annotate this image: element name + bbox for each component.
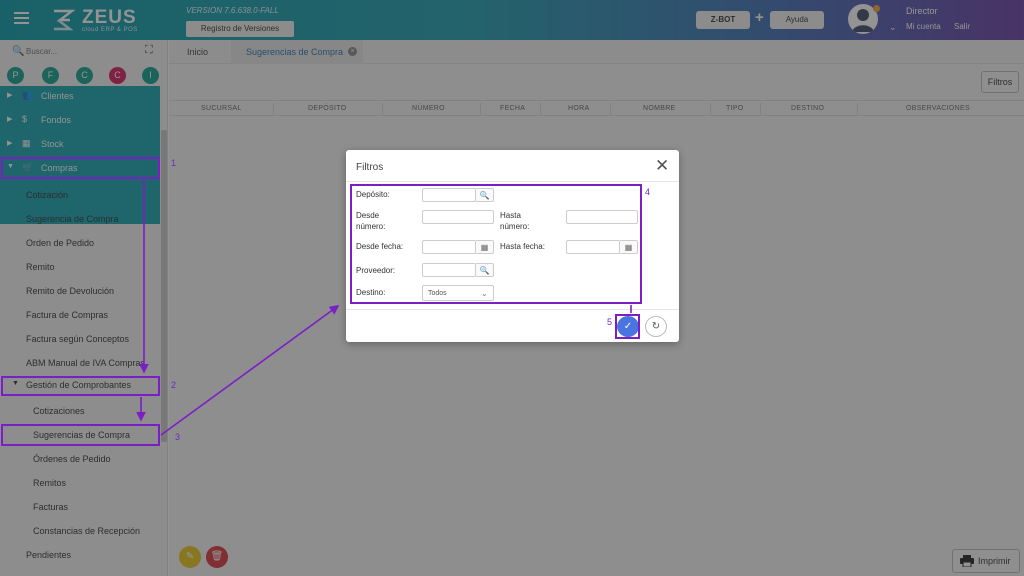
highlight-sugerencias [1, 424, 160, 446]
annotation-number-2: 2 [171, 380, 177, 390]
modal-title: Filtros [356, 162, 384, 173]
modal-divider [346, 181, 679, 182]
close-icon[interactable]: ✕ [655, 157, 669, 175]
reset-filters-button[interactable]: ↻ [645, 316, 667, 337]
annotation-number-3: 3 [175, 432, 181, 442]
annotation-number-5: 5 [607, 317, 613, 327]
highlight-gestion [1, 376, 160, 396]
highlight-apply-button [615, 314, 640, 339]
modal-footer-divider [346, 309, 679, 310]
annotation-number-4: 4 [645, 187, 651, 197]
annotation-number-1: 1 [171, 158, 177, 168]
highlight-filters-form [350, 184, 642, 304]
refresh-icon: ↻ [651, 321, 661, 332]
highlight-compras [1, 157, 160, 179]
